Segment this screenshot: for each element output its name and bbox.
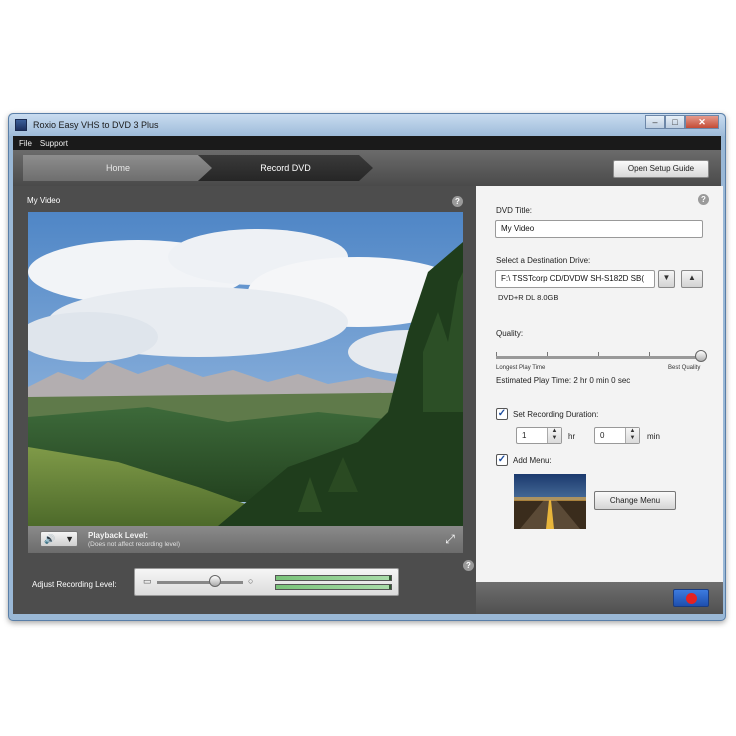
video-preview [28,212,463,526]
nav-record-dvd-tab[interactable]: Record DVD [198,155,373,181]
hours-stepper-arrows[interactable]: ▲ ▼ [547,428,561,443]
window-title: Roxio Easy VHS to DVD 3 Plus [33,120,159,130]
menu-bar: File Support [13,136,721,150]
menu-theme-thumbnail[interactable] [514,474,586,529]
open-setup-guide-button[interactable]: Open Setup Guide [613,160,709,178]
video-pane: My Video ? 🔊 ▼ Playback Level: (Does not… [13,186,476,614]
dvd-title-label: DVD Title: [496,206,533,215]
quality-tick [547,352,548,356]
chevron-down-icon: ▼ [65,534,74,544]
record-icon [686,593,697,604]
record-button[interactable] [673,589,709,607]
set-duration-label: Set Recording Duration: [513,410,599,419]
window-controls: – □ ✕ [645,115,719,129]
recording-level-slider-track[interactable] [157,581,243,584]
recording-level-label: Adjust Recording Level: [32,580,117,589]
maximize-button[interactable]: □ [665,115,685,129]
volume-high-icon: ○ [248,576,254,586]
app-logo-icon [15,119,27,131]
volume-button[interactable]: 🔊 ▼ [40,531,78,547]
destination-drive-select[interactable]: F:\ TSSTcorp CD/DVDW SH-S182D SB( [495,270,655,288]
volume-low-icon: ▭ [143,576,152,586]
minutes-unit: min [647,432,660,441]
quality-label: Quality: [496,329,524,338]
hours-stepper[interactable]: 1 ▲ ▼ [516,427,562,444]
minutes-stepper[interactable]: 0 ▲ ▼ [594,427,640,444]
destination-drive-label: Select a Destination Drive: [496,256,591,265]
settings-pane: ? DVD Title: My Video Select a Destinati… [476,186,723,582]
fullscreen-icon[interactable]: ⤢ [443,532,457,546]
playback-level-note: (Does not affect recording level) [88,541,181,548]
level-meter-right [275,584,392,590]
minimize-button[interactable]: – [645,115,665,129]
playback-level-label: Playback Level: [88,531,149,540]
close-button[interactable]: ✕ [685,115,719,129]
spin-up-icon[interactable]: ▲ [626,428,639,435]
hours-value: 1 [522,431,527,440]
quality-tick [649,352,650,356]
app-window: Roxio Easy VHS to DVD 3 Plus – □ ✕ File … [8,113,726,621]
recording-help-icon[interactable]: ? [463,560,474,571]
set-duration-checkbox[interactable]: ✓ [496,408,508,420]
recording-level-slider-thumb[interactable] [208,575,221,587]
menu-file[interactable]: File [19,139,32,148]
add-menu-checkbox[interactable]: ✓ [496,454,508,466]
video-title: My Video [27,196,61,205]
level-meter-left [275,575,392,581]
spin-down-icon[interactable]: ▼ [626,435,639,442]
spin-up-icon[interactable]: ▲ [548,428,561,435]
road-image [514,474,586,529]
title-bar[interactable]: Roxio Easy VHS to DVD 3 Plus – □ ✕ [9,114,725,136]
spin-down-icon[interactable]: ▼ [548,435,561,442]
nav-bar: Home Record DVD Open Setup Guide [13,150,721,186]
video-help-icon[interactable]: ? [452,196,463,207]
disc-info: DVD+R DL 8.0GB [498,293,559,302]
recording-level-panel: ▭ ○ [134,568,399,596]
speaker-icon: 🔊 [44,533,56,544]
quality-tick [598,352,599,356]
landscape-image [28,212,463,526]
change-menu-button[interactable]: Change Menu [594,491,676,510]
hours-unit: hr [568,432,576,441]
settings-help-icon[interactable]: ? [698,194,709,205]
menu-support[interactable]: Support [40,139,68,148]
nav-home-tab[interactable]: Home [23,155,213,181]
quality-slider-track[interactable] [496,356,701,359]
minutes-value: 0 [600,431,605,440]
record-footer [476,582,723,614]
playback-bar: 🔊 ▼ Playback Level: (Does not affect rec… [28,526,463,553]
estimated-play-time: Estimated Play Time: 2 hr 0 min 0 sec [496,376,631,385]
add-menu-label: Add Menu: [513,456,552,465]
quality-slider-thumb[interactable] [695,350,707,362]
drive-dropdown-button[interactable]: ▼ [658,270,675,288]
quality-tick [496,352,497,356]
minutes-stepper-arrows[interactable]: ▲ ▼ [625,428,639,443]
eject-button[interactable]: ▲ [681,270,703,288]
quality-min-label: Longest Play Time [496,365,546,371]
quality-max-label: Best Quality [668,365,701,371]
dvd-title-input[interactable]: My Video [495,220,703,238]
